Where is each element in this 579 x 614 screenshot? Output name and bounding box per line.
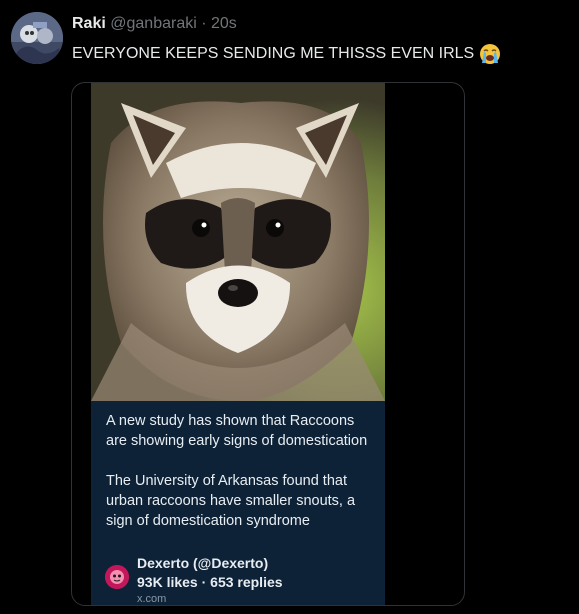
source-name[interactable]: Dexerto (@Dexerto) (137, 555, 268, 571)
caption: A new study has shown that Raccoons are … (106, 411, 374, 551)
display-name[interactable]: Raki (72, 15, 106, 32)
timestamp[interactable]: 20s (211, 15, 237, 32)
source-card[interactable]: Dexerto (@Dexerto) 93K likes · 653 repli… (105, 555, 375, 605)
tweet-text: EVERYONE KEEPS SENDING ME THISSS EVEN IR… (72, 43, 501, 65)
caption-paragraph-1: A new study has shown that Raccoons are … (106, 413, 368, 449)
caption-paragraph-2: The University of Arkansas found that ur… (106, 473, 356, 529)
tweet[interactable]: Raki @ganbaraki · 20s EVERYONE KEEPS SEN… (0, 0, 579, 614)
media-frame[interactable]: A new study has shown that Raccoons are … (71, 82, 465, 606)
loudly-crying-face-icon (479, 43, 501, 65)
embedded-screenshot[interactable]: A new study has shown that Raccoons are … (91, 83, 385, 605)
avatar[interactable] (11, 12, 63, 64)
source-domain[interactable]: x.com (137, 593, 166, 605)
separator-dot: · (201, 15, 207, 32)
tweet-text-content: EVERYONE KEEPS SENDING ME THISSS EVEN IR… (72, 45, 475, 62)
source-stats: 93K likes · 653 replies (137, 574, 283, 590)
user-handle[interactable]: @ganbaraki (110, 15, 197, 32)
dexerto-logo-icon (105, 565, 129, 589)
tweet-header: Raki @ganbaraki · 20s (72, 14, 237, 34)
raccoon-photo[interactable] (91, 83, 385, 401)
